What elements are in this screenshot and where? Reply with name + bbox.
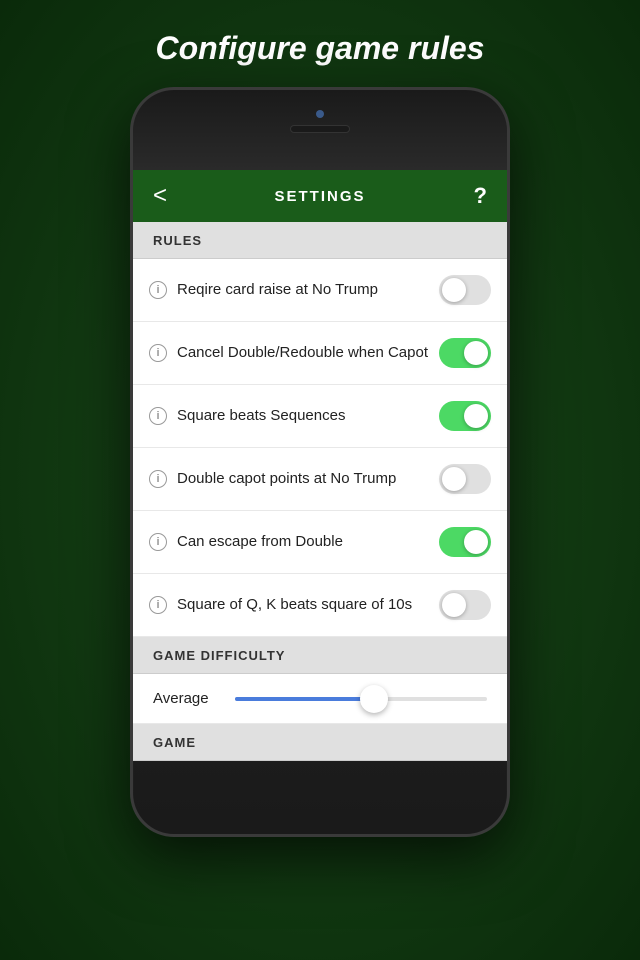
label-can-escape: Can escape from Double (177, 532, 439, 552)
toggle-square-qk[interactable] (439, 590, 491, 620)
phone-top (133, 90, 507, 170)
label-square-beats: Square beats Sequences (177, 406, 439, 426)
label-square-qk: Square of Q, K beats square of 10s (177, 595, 439, 615)
toggle-thumb-square-beats (464, 404, 488, 428)
header-bar: < SETTINGS ? (133, 170, 507, 222)
difficulty-slider-row: Average (133, 674, 507, 724)
difficulty-label: Average (153, 690, 223, 707)
toggle-thumb-can-escape (464, 530, 488, 554)
label-double-capot: Double capot points at No Trump (177, 469, 439, 489)
phone-shell: < SETTINGS ? RULES i Reqire card raise a… (130, 87, 510, 837)
help-button[interactable]: ? (457, 183, 487, 209)
label-cancel-double: Cancel Double/Redouble when Capot (177, 343, 439, 363)
slider-thumb[interactable] (360, 685, 388, 713)
setting-row-cancel-double: i Cancel Double/Redouble when Capot (133, 322, 507, 385)
phone-screen: < SETTINGS ? RULES i Reqire card raise a… (133, 170, 507, 761)
rules-section-header: RULES (133, 222, 507, 259)
back-button[interactable]: < (153, 182, 183, 210)
info-icon-cancel-double[interactable]: i (149, 344, 167, 362)
slider-track[interactable] (235, 697, 487, 701)
toggle-cancel-double[interactable] (439, 338, 491, 368)
setting-row-require-card-raise: i Reqire card raise at No Trump (133, 259, 507, 322)
setting-row-square-qk: i Square of Q, K beats square of 10s (133, 574, 507, 637)
toggle-can-escape[interactable] (439, 527, 491, 557)
header-title: SETTINGS (274, 188, 365, 205)
game-difficulty-section-header: GAME DIFFICULTY (133, 637, 507, 674)
page-title: Configure game rules (116, 0, 525, 87)
info-icon-require-card-raise[interactable]: i (149, 281, 167, 299)
toggle-thumb-require-card-raise (442, 278, 466, 302)
info-icon-square-qk[interactable]: i (149, 596, 167, 614)
label-require-card-raise: Reqire card raise at No Trump (177, 280, 439, 300)
toggle-thumb-cancel-double (464, 341, 488, 365)
toggle-require-card-raise[interactable] (439, 275, 491, 305)
info-icon-square-beats[interactable]: i (149, 407, 167, 425)
toggle-double-capot[interactable] (439, 464, 491, 494)
setting-row-double-capot: i Double capot points at No Trump (133, 448, 507, 511)
toggle-square-beats[interactable] (439, 401, 491, 431)
info-icon-double-capot[interactable]: i (149, 470, 167, 488)
toggle-thumb-square-qk (442, 593, 466, 617)
slider-fill (235, 697, 374, 701)
toggle-thumb-double-capot (442, 467, 466, 491)
setting-row-square-beats: i Square beats Sequences (133, 385, 507, 448)
game-difficulty-header-text: GAME DIFFICULTY (153, 648, 285, 663)
game-section-header: GAME (133, 724, 507, 761)
camera-dot (316, 110, 324, 118)
speaker-grille (290, 125, 350, 133)
info-icon-can-escape[interactable]: i (149, 533, 167, 551)
setting-row-can-escape: i Can escape from Double (133, 511, 507, 574)
rules-header-text: RULES (153, 233, 202, 248)
game-header-text: GAME (153, 735, 196, 750)
